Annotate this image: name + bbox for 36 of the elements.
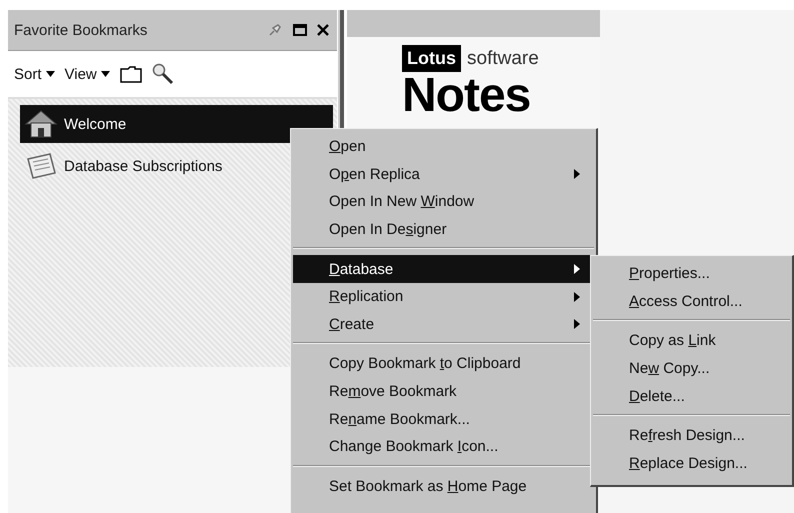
brand-suffix: software [467,48,539,70]
menu-item[interactable]: Replication [293,282,594,311]
menu-item[interactable]: Open In New Window [293,188,594,216]
submenu-arrow-icon [574,264,580,274]
house-icon [24,109,58,139]
menu-item[interactable]: Open In Designer [293,216,594,244]
close-icon[interactable] [317,24,329,36]
menu-item[interactable]: Copy as Link [593,327,790,355]
menu-item[interactable]: Copy Bookmark to Clipboard [293,350,594,378]
menu-item[interactable]: Properties... [593,260,790,288]
menu-item[interactable]: Delete... [593,382,790,410]
folder-icon[interactable] [120,65,142,83]
menu-item[interactable]: Replace Design... [593,450,790,478]
submenu-arrow-icon [574,292,580,302]
maximize-icon[interactable] [293,24,307,36]
caret-icon [100,71,110,77]
menu-item[interactable]: Open Replica [293,160,594,188]
dropdown-button[interactable]: View [64,66,110,82]
caret-icon [46,71,55,77]
brand-logo: Lotus [402,45,461,72]
menu-item[interactable]: Set Bookmark as Home Page [293,472,594,500]
menu-item[interactable]: New Copy... [593,354,790,382]
menu-item[interactable]: Refresh Design... [593,422,790,450]
menu-item[interactable]: Change Bookmark Icon... [293,432,594,461]
submenu-arrow-icon [574,169,580,180]
menu-item[interactable]: Create [293,310,594,338]
panel-title: Favorite Bookmarks [14,22,148,38]
dropdown-button[interactable]: Sort [14,66,55,82]
menu-item[interactable]: Remove Bookmark [293,378,594,406]
scroll-icon [24,151,58,181]
menu-item[interactable]: Access Control... [593,288,790,316]
product-heading: Notes [402,72,530,120]
submenu-arrow-icon [574,319,580,330]
magnifier-icon[interactable] [152,63,174,85]
menu-item[interactable]: Rename Bookmark... [293,405,594,433]
pin-icon[interactable] [267,22,283,38]
